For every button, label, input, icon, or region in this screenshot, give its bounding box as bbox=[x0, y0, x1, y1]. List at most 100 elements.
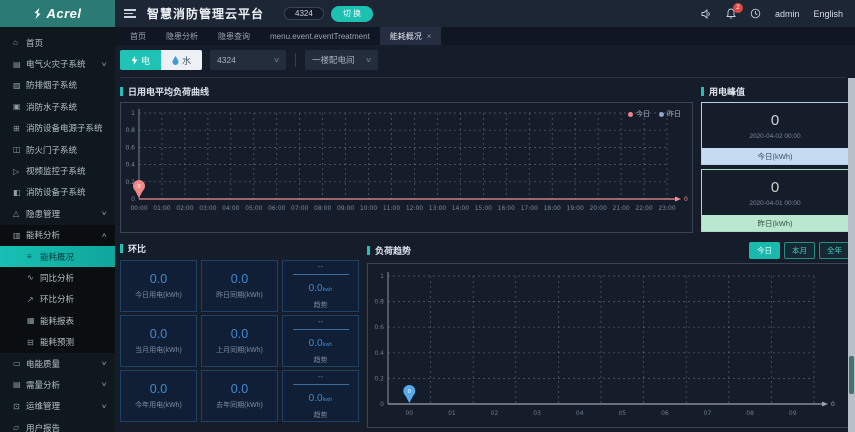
sidebar-item-yoy-analysis[interactable]: ∿ 同比分析 bbox=[0, 267, 115, 289]
stat-value: 0.0 bbox=[149, 327, 168, 341]
chevron-icon: ∨ bbox=[100, 382, 108, 389]
svg-text:1: 1 bbox=[131, 110, 135, 117]
sidebar-item-home[interactable]: ⌂ 首页 bbox=[0, 32, 115, 53]
sidebar-item-mom-analysis[interactable]: ↗ 环比分析 bbox=[0, 288, 115, 311]
sidebar-item-label: 能耗概况 bbox=[40, 251, 75, 262]
lightning-icon bbox=[131, 55, 138, 65]
stat-value: 0.0 bbox=[149, 272, 168, 286]
sidebar-item-electrical-fire-subsystem[interactable]: ▤ 电气火灾子系统 ∨ bbox=[0, 53, 115, 74]
svg-text:0.2: 0.2 bbox=[374, 375, 384, 382]
svg-text:19:00: 19:00 bbox=[567, 205, 584, 212]
sidebar-menu: ⌂ 首页 ▤ 电气火灾子系统 ∨ ▨ 防排烟子系统 ▣ 消防水子系统 ⊞ 消防设… bbox=[0, 27, 115, 432]
svg-text:0: 0 bbox=[684, 196, 688, 203]
legend-item[interactable]: 今日 bbox=[628, 109, 650, 119]
peak-card-label: 今日(kWh) bbox=[702, 148, 848, 164]
sidebar-item-video-monitoring-subsystem[interactable]: ▷ 视频监控子系统 bbox=[0, 160, 115, 181]
sidebar-item-fire-water-subsystem[interactable]: ▣ 消防水子系统 bbox=[0, 96, 115, 117]
tab-label: 隐患分析 bbox=[166, 31, 198, 41]
station-select[interactable]: 4324 ∨ bbox=[210, 50, 286, 70]
range-button-year[interactable]: 全年 bbox=[819, 242, 850, 259]
svg-text:04: 04 bbox=[576, 410, 584, 417]
sidebar-item-fire-door-subsystem[interactable]: ◫ 防火门子系统 bbox=[0, 139, 115, 160]
trend-value: 0.0 bbox=[308, 283, 323, 294]
range-button-today[interactable]: 今日 bbox=[749, 242, 780, 259]
room-select[interactable]: 一楼配电间 ∨ bbox=[305, 50, 378, 70]
stat-label: 趋势 bbox=[313, 412, 328, 419]
peak-value: 0 bbox=[770, 178, 780, 196]
svg-text:0: 0 bbox=[131, 196, 135, 203]
svg-text:0.8: 0.8 bbox=[374, 299, 384, 306]
svg-text:0: 0 bbox=[137, 184, 141, 190]
page-scrollbar[interactable] bbox=[848, 78, 855, 432]
home-icon: ⌂ bbox=[13, 38, 18, 48]
panel-title-load-trend: 负荷趋势 bbox=[367, 244, 411, 257]
fire-door-icon: ◫ bbox=[13, 145, 21, 155]
tab-hazard-query[interactable]: 隐患查询 bbox=[208, 27, 260, 45]
stat-value: 0.0 bbox=[230, 272, 249, 286]
ring-comparison-panel: 环比 0.0 今日用电(kWh) 0.0 昨日同期(kWh) -- 0.0kwh… bbox=[120, 242, 359, 428]
clock-icon[interactable] bbox=[750, 8, 761, 19]
legend-item[interactable]: 昨日 bbox=[659, 109, 681, 119]
yoy-trend-icon: ∿ bbox=[27, 273, 34, 283]
tab-event-treatment[interactable]: menu.event.eventTreatment bbox=[260, 27, 380, 45]
range-buttons: 今日 本月 全年 bbox=[749, 242, 850, 259]
svg-text:0.6: 0.6 bbox=[125, 144, 135, 151]
switch-project-button[interactable]: 切 换 bbox=[330, 5, 374, 22]
load-trend-chart: 10.80.60.40.2000 01 02 03 04 05 06 07 08 0900 bbox=[374, 272, 835, 417]
sidebar-item-energy-overview[interactable]: ≡ 能耗概况 bbox=[0, 245, 115, 268]
stat-label: 去年同期(kWh) bbox=[216, 402, 263, 409]
sidebar-item-power-quality[interactable]: ▭ 电能质量 ∨ bbox=[0, 353, 115, 374]
peak-card-yesterday: 0 2020-04-01 00:00 昨日(kWh) bbox=[701, 169, 849, 232]
stat-label: 趋势 bbox=[313, 357, 328, 364]
legend-dot bbox=[659, 111, 664, 117]
stat-value: 0.0 bbox=[230, 327, 249, 341]
sidebar-item-equipment-power-subsystem[interactable]: ⊞ 消防设备电源子系统 bbox=[0, 118, 115, 139]
sidebar-item-label: 能耗报表 bbox=[40, 315, 75, 326]
sidebar-item-ops-management[interactable]: ⊡ 运维管理 ∨ bbox=[0, 396, 115, 417]
sidebar-item-hazard-management[interactable]: △ 隐患管理 ∨ bbox=[0, 203, 115, 224]
forecast-icon: ⊟ bbox=[27, 337, 34, 347]
electric-filter-button[interactable]: 电 bbox=[120, 50, 161, 70]
svg-text:22:00: 22:00 bbox=[635, 205, 652, 212]
chevron-down-icon: ∨ bbox=[272, 57, 281, 64]
chevron-icon: ∨ bbox=[100, 61, 108, 68]
equipment-power-icon: ⊞ bbox=[13, 123, 20, 133]
sidebar-item-label: 首页 bbox=[26, 37, 44, 48]
main-area: 智慧消防管理云平台 4324 切 换 2 admin English 首页 隐患… bbox=[115, 0, 855, 432]
sidebar-item-smoke-exhaust-subsystem[interactable]: ▨ 防排烟子系统 bbox=[0, 75, 115, 96]
stat-card-lastyear-usage: 0.0 去年同期(kWh) bbox=[201, 370, 278, 422]
trend-card-month: -- 0.0kwh 趋势 bbox=[282, 315, 359, 367]
sidebar-item-fire-equipment-subsystem[interactable]: ◧ 消防设备子系统 bbox=[0, 182, 115, 203]
user-menu[interactable]: admin bbox=[775, 9, 800, 19]
range-button-month[interactable]: 本月 bbox=[784, 242, 815, 259]
svg-text:0.4: 0.4 bbox=[374, 350, 384, 357]
sound-icon[interactable] bbox=[701, 8, 712, 19]
water-filter-button[interactable]: 水 bbox=[161, 50, 202, 70]
sidebar-item-energy-report[interactable]: ▦ 能耗报表 bbox=[0, 310, 115, 332]
sidebar-item-demand-analysis[interactable]: ▤ 需量分析 ∨ bbox=[0, 374, 115, 395]
tab-bar: 首页 隐患分析 隐患查询 menu.event.eventTreatment 能… bbox=[115, 27, 855, 45]
tab-energy-overview[interactable]: 能耗概况 × bbox=[379, 27, 442, 45]
svg-text:12:00: 12:00 bbox=[406, 205, 423, 212]
logo-text: Acrel bbox=[46, 6, 82, 21]
daily-load-chart: 10.80.60.40.2000:00 01:00 02:00 03:00 04:00 0… bbox=[125, 109, 688, 212]
tab-hazard-analysis[interactable]: 隐患分析 bbox=[156, 27, 208, 45]
svg-text:14:00: 14:00 bbox=[452, 205, 469, 212]
smoke-exhaust-icon: ▨ bbox=[13, 80, 21, 90]
language-switch[interactable]: English bbox=[813, 9, 843, 19]
peak-card-today: 0 2020-04-02 00:00 今日(kWh) bbox=[701, 102, 849, 165]
sidebar-item-energy-forecast[interactable]: ⊟ 能耗预测 bbox=[0, 331, 115, 353]
sidebar-item-user-report[interactable]: ▱ 用户报告 bbox=[0, 417, 115, 432]
title-accent-bar bbox=[367, 246, 370, 255]
svg-text:0: 0 bbox=[408, 389, 412, 395]
header-actions: 2 admin English bbox=[701, 3, 843, 19]
bell-icon[interactable]: 2 bbox=[726, 3, 743, 19]
menu-fold-icon[interactable] bbox=[124, 9, 136, 18]
legend-dot bbox=[628, 111, 633, 117]
scrollbar-thumb[interactable] bbox=[849, 356, 854, 394]
close-icon[interactable]: × bbox=[427, 32, 432, 41]
chevron-icon: ∨ bbox=[100, 361, 108, 368]
chevron-icon: ∨ bbox=[100, 403, 108, 410]
sidebar-item-energy-analysis[interactable]: ▥ 能耗分析 ∧ bbox=[0, 224, 115, 246]
tab-home[interactable]: 首页 bbox=[120, 27, 156, 45]
